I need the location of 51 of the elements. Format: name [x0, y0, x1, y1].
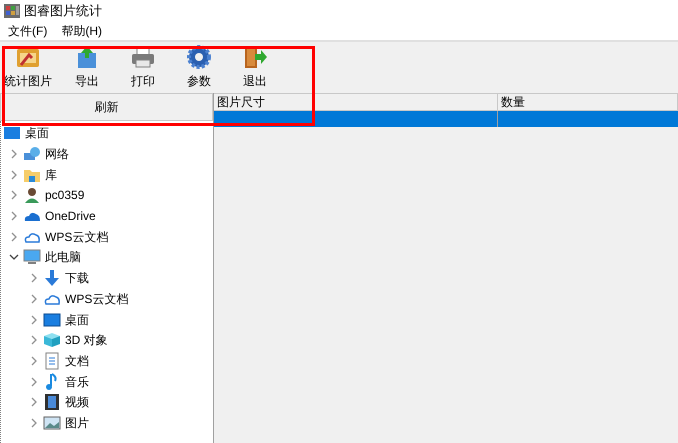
toolbar-button[interactable]: 退出	[232, 45, 278, 90]
chevron-right-icon[interactable]	[29, 314, 39, 325]
image-icon	[43, 414, 61, 431]
toolbar-button[interactable]: 打印	[120, 45, 166, 90]
tree-item[interactable]: 桌面	[25, 124, 49, 142]
column-header[interactable]: 数量	[498, 94, 678, 110]
toolbar-button[interactable]: 导出	[64, 45, 110, 90]
tree-item[interactable]: pc0359	[45, 186, 84, 204]
desktop-icon	[43, 312, 61, 327]
tree-item[interactable]: WPS云文档	[65, 290, 128, 308]
menu-item[interactable]: 文件(F)	[8, 22, 48, 40]
cube-icon	[43, 332, 61, 348]
chevron-right-icon[interactable]	[9, 232, 19, 242]
toolbar-button[interactable]: 统计图片	[2, 45, 54, 90]
app-icon	[4, 4, 20, 18]
chevron-right-icon[interactable]	[29, 376, 39, 387]
toolbar-button[interactable]: 参数	[176, 45, 222, 90]
tree-item[interactable]: 此电脑	[45, 248, 81, 266]
chevron-right-icon[interactable]	[29, 294, 39, 304]
menu-item[interactable]: 帮助(H)	[61, 22, 102, 40]
chevron-right-icon[interactable]	[9, 211, 19, 222]
monitor-icon	[23, 249, 41, 266]
chevron-right-icon[interactable]	[29, 418, 39, 428]
window-title: 图睿图片统计	[24, 2, 102, 20]
document-icon	[44, 352, 60, 370]
chevron-right-icon[interactable]	[9, 170, 19, 180]
chevron-right-icon[interactable]	[9, 190, 19, 200]
tree-item[interactable]: WPS云文档	[45, 228, 108, 246]
tree-item[interactable]: 视频	[65, 393, 89, 412]
column-header[interactable]: 图片尺寸	[214, 94, 498, 110]
chevron-right-icon[interactable]	[9, 149, 19, 160]
chevron-right-icon[interactable]	[29, 335, 39, 346]
tree-item[interactable]: 下载	[65, 269, 89, 288]
tree-item[interactable]: 桌面	[65, 310, 89, 329]
tree-item[interactable]: 网络	[45, 145, 69, 164]
chevron-down-icon[interactable]	[9, 252, 19, 262]
chevron-right-icon[interactable]	[29, 397, 39, 408]
tree-item[interactable]: 库	[45, 166, 57, 184]
refresh-button[interactable]: 刷新	[0, 93, 213, 121]
network-icon	[23, 146, 41, 162]
chevron-right-icon[interactable]	[29, 273, 39, 284]
tree-item[interactable]: 3D 对象	[65, 331, 108, 350]
tree-item[interactable]: OneDrive	[45, 207, 96, 226]
tree-item[interactable]: 图片	[65, 414, 89, 432]
tree-item[interactable]: 音乐	[65, 372, 89, 391]
desktop-icon	[3, 126, 21, 140]
settings-icon	[186, 45, 212, 69]
tree-item[interactable]: 文档	[65, 352, 89, 370]
user-icon	[23, 187, 41, 204]
download-arrow-icon	[43, 269, 61, 288]
chevron-right-icon[interactable]	[29, 356, 39, 366]
